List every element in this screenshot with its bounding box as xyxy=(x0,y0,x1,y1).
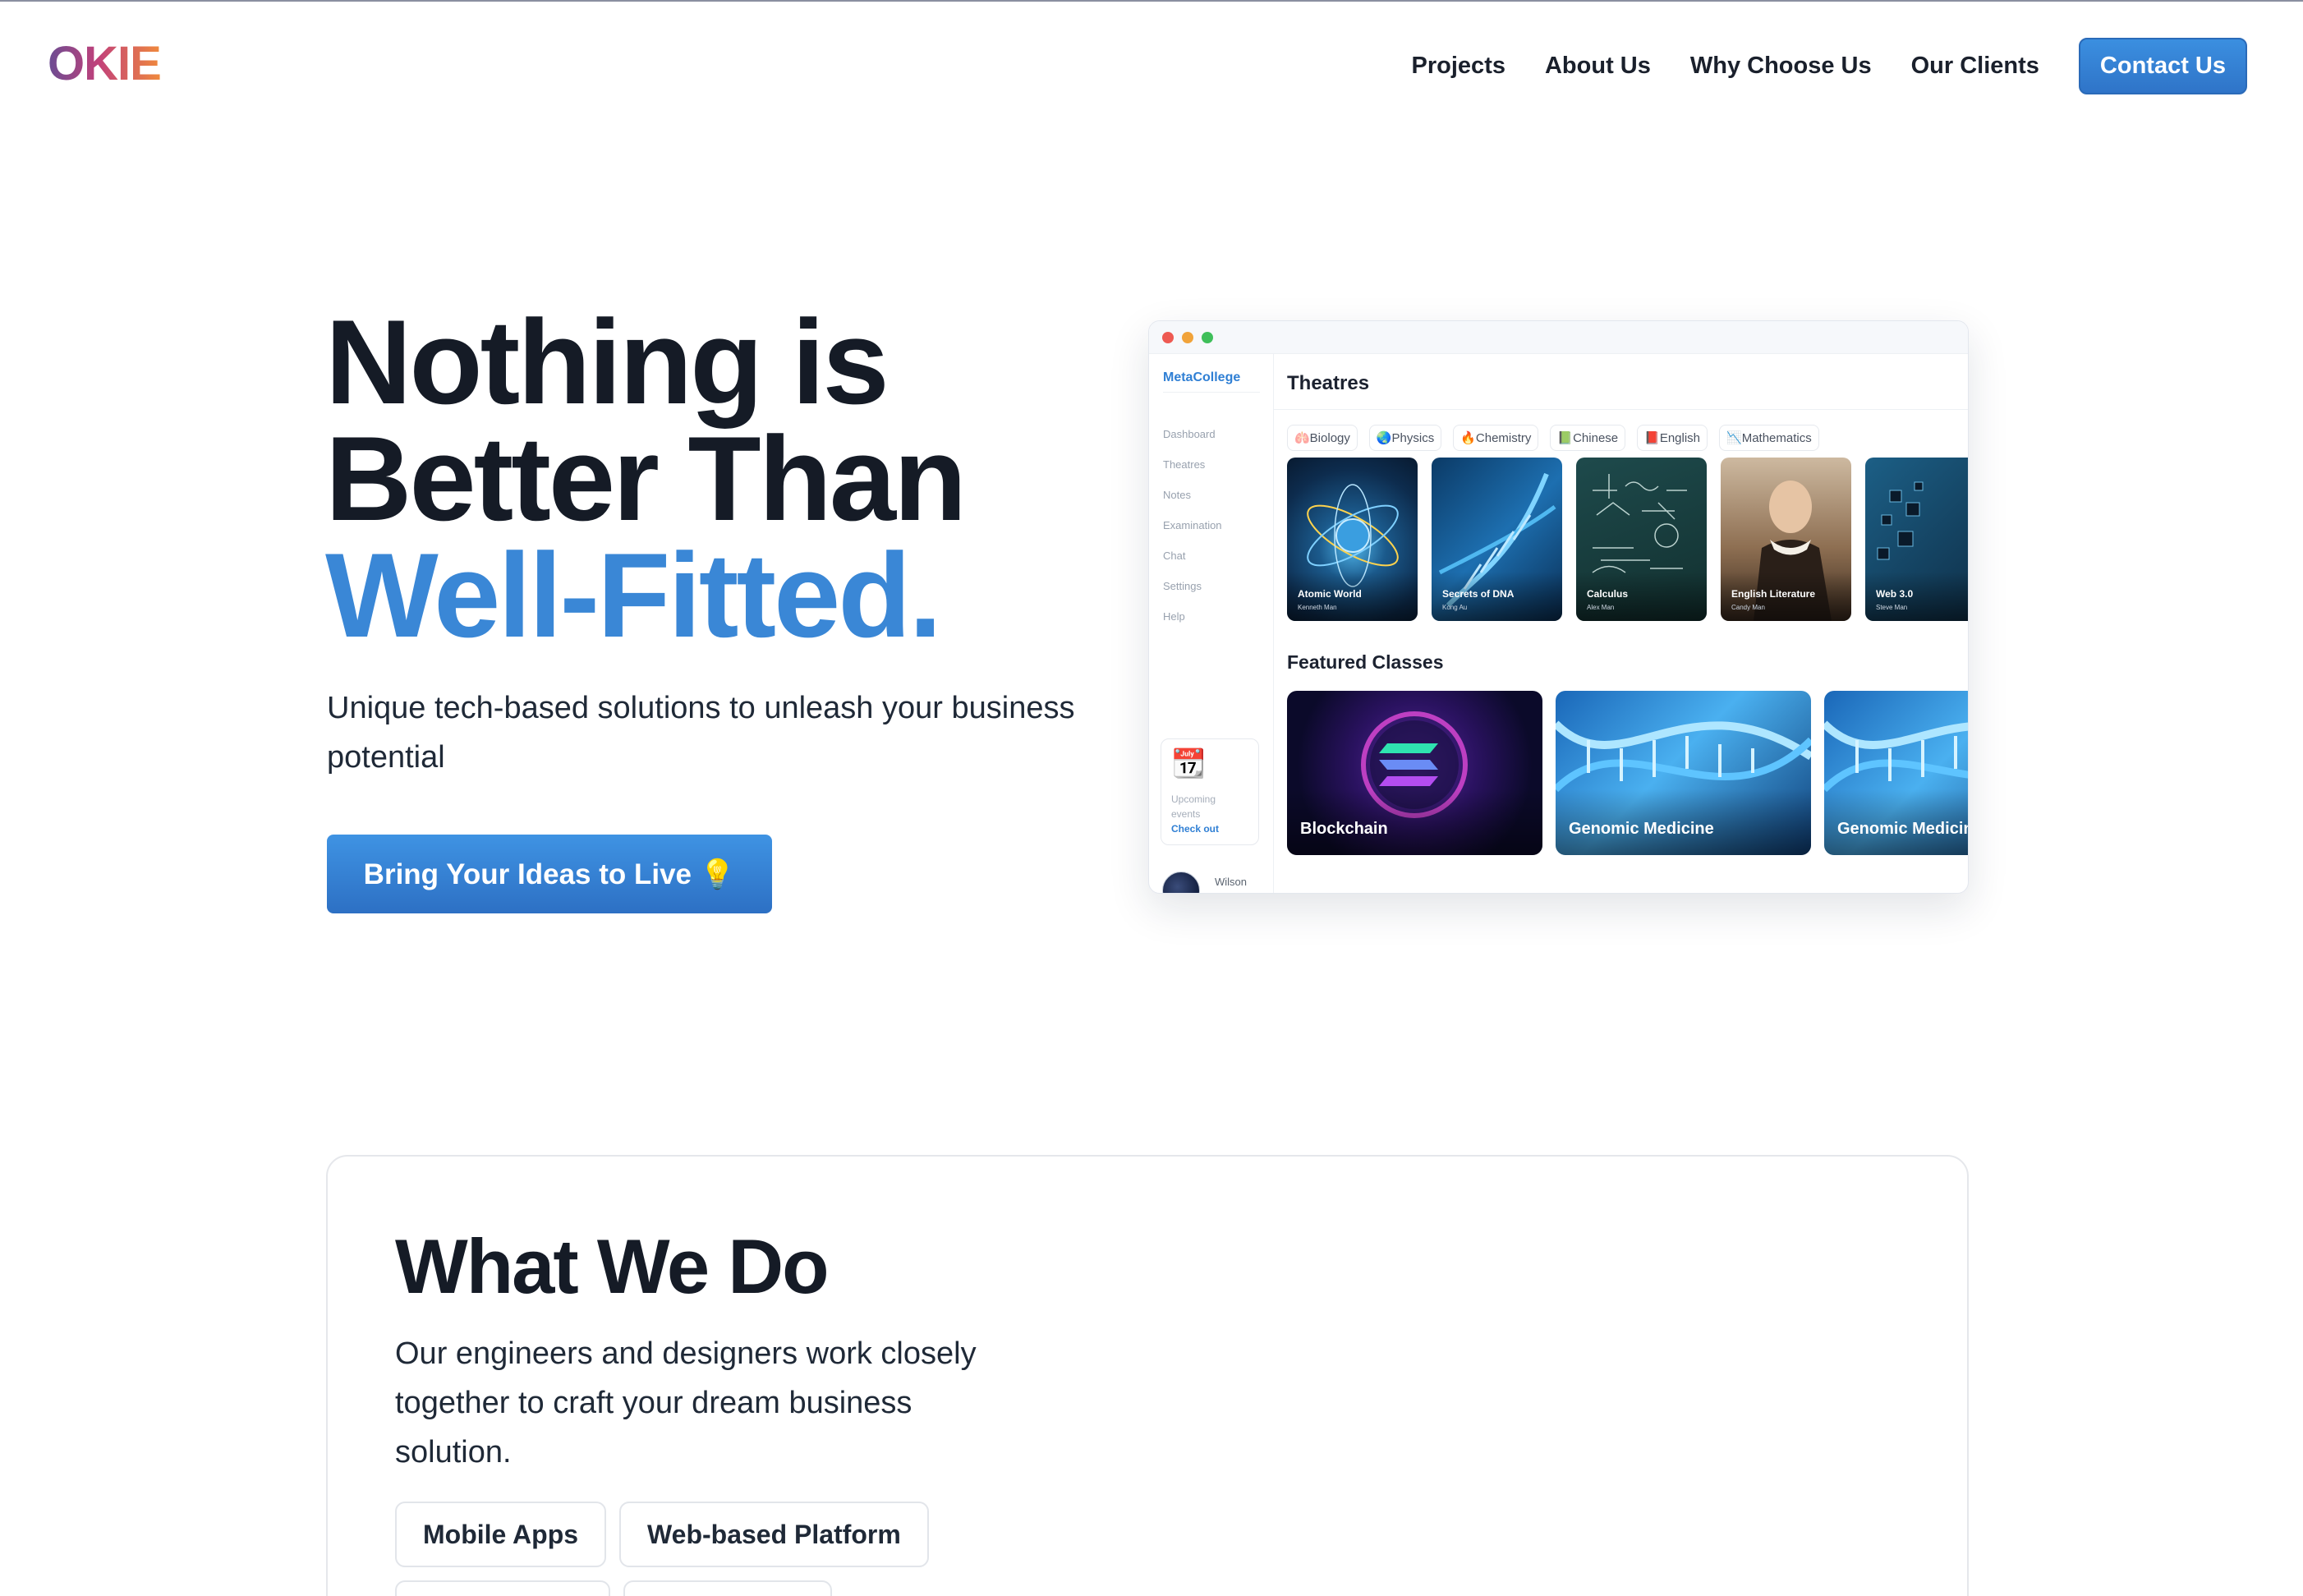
chip-physics: 🌏Physics xyxy=(1368,425,1442,451)
subject-chips: 🫁Biology 🌏Physics 🔥Chemistry 📗Chinese 📕E… xyxy=(1287,425,1831,451)
tag-web-based-platform[interactable]: Web-based Platform xyxy=(619,1502,929,1567)
card-title: Web 3.0 xyxy=(1876,588,1914,600)
nav-why-choose-us[interactable]: Why Choose Us xyxy=(1690,53,1872,80)
nav-projects[interactable]: Projects xyxy=(1412,53,1505,80)
card-teacher: Alex Man xyxy=(1587,604,1615,611)
card-atomic-world: Atomic World Kenneth Man xyxy=(1287,458,1418,621)
card-teacher: Steve Man xyxy=(1876,604,1908,611)
featured-title: Blockchain xyxy=(1300,820,1388,838)
service-tags: Mobile Apps Web-based Platform xyxy=(395,1502,1052,1596)
card-secrets-of-dna: Secrets of DNA Kong Au xyxy=(1432,458,1562,621)
hero-subtitle: Unique tech-based solutions to unleash y… xyxy=(327,691,1075,775)
featured-card-genomic-medicine-2: Genomic Medicine xyxy=(1824,691,1969,855)
main-nav: Projects About Us Why Choose Us Our Clie… xyxy=(1372,38,2247,94)
featured-card-blockchain: Blockchain xyxy=(1287,691,1542,855)
what-we-do-description: Our engineers and designers work closely… xyxy=(395,1336,977,1470)
chip-chemistry: 🔥Chemistry xyxy=(1453,425,1539,451)
service-tag[interactable] xyxy=(623,1580,832,1596)
card-english-literature: English Literature Candy Man xyxy=(1721,458,1851,621)
card-web-3: Web 3.0 Steve Man xyxy=(1865,458,1968,621)
bring-ideas-button[interactable]: Bring Your Ideas to Live 💡 xyxy=(327,835,772,913)
app-mockup-window: MetaCollege Dashboard Theatres Notes Exa… xyxy=(1148,320,1969,894)
user-role: Student xyxy=(1215,893,1252,894)
mockup-nav-theatres: Theatres xyxy=(1163,458,1206,471)
upcoming-events-label: Upcoming events xyxy=(1171,793,1216,820)
theatre-cards: Atomic World Kenneth Man Secrets of DNA … xyxy=(1287,458,1968,621)
chip-biology: 🫁Biology xyxy=(1287,425,1358,451)
divider xyxy=(1163,392,1260,393)
mockup-nav-dashboard: Dashboard xyxy=(1163,428,1216,440)
chip-chinese: 📗Chinese xyxy=(1550,425,1626,451)
upcoming-events-card: 📆 Upcoming events Check out xyxy=(1161,738,1259,845)
user-name: Wilson xyxy=(1215,876,1248,888)
card-teacher: Kenneth Man xyxy=(1298,604,1337,611)
avatar xyxy=(1162,872,1200,893)
nav-our-clients[interactable]: Our Clients xyxy=(1911,53,2039,80)
card-teacher: Kong Au xyxy=(1442,604,1468,611)
hero-line-2: Better Than xyxy=(325,412,967,545)
hero-line-3: Well-Fitted. xyxy=(325,528,942,662)
featured-classes-heading: Featured Classes xyxy=(1287,651,1444,673)
theatres-heading: Theatres xyxy=(1287,372,1370,394)
mockup-sidebar: MetaCollege Dashboard Theatres Notes Exa… xyxy=(1149,354,1274,893)
card-title: Atomic World xyxy=(1298,588,1362,600)
calendar-icon: 📆 xyxy=(1171,748,1207,780)
mockup-nav-notes: Notes xyxy=(1163,489,1191,501)
mockup-nav-examination: Examination xyxy=(1163,519,1222,531)
card-title: Secrets of DNA xyxy=(1442,588,1515,600)
card-title: English Literature xyxy=(1731,588,1816,600)
what-we-do-title: What We Do xyxy=(395,1223,830,1309)
brand-logo[interactable]: OKIE xyxy=(48,36,162,91)
mockup-nav-settings: Settings xyxy=(1163,580,1202,592)
featured-title: Genomic Medicine xyxy=(1569,820,1714,838)
mockup-main: Theatres 🫁Biology 🌏Physics 🔥Chemistry 📗C… xyxy=(1274,354,1968,893)
top-border xyxy=(0,0,2303,2)
chip-english: 📕English xyxy=(1637,425,1708,451)
what-we-do-section: What We Do Our engineers and designers w… xyxy=(326,1155,1969,1596)
maximize-dot-icon xyxy=(1202,331,1213,343)
nav-about-us[interactable]: About Us xyxy=(1545,53,1651,80)
service-tag[interactable] xyxy=(395,1580,610,1596)
featured-title: Genomic Medicine xyxy=(1837,820,1969,838)
divider xyxy=(1274,409,1968,410)
check-out-link: Check out xyxy=(1171,823,1220,835)
hero-line-1: Nothing is xyxy=(325,295,889,429)
card-title: Calculus xyxy=(1587,588,1629,600)
mockup-nav-help: Help xyxy=(1163,610,1185,623)
contact-us-button[interactable]: Contact Us xyxy=(2078,38,2247,94)
minimize-dot-icon xyxy=(1182,331,1193,343)
hero-headline: Nothing is Better Than Well-Fitted. xyxy=(325,295,967,662)
close-dot-icon xyxy=(1162,331,1174,343)
card-calculus: Calculus Alex Man xyxy=(1576,458,1707,621)
card-teacher: Candy Man xyxy=(1731,604,1765,611)
window-titlebar xyxy=(1149,321,1968,354)
tag-mobile-apps[interactable]: Mobile Apps xyxy=(395,1502,607,1567)
featured-card-genomic-medicine: Genomic Medicine xyxy=(1556,691,1811,855)
mockup-nav-chat: Chat xyxy=(1163,550,1186,562)
featured-cards: Blockchain Genomic Medicine Genomic Medi… xyxy=(1287,691,1969,855)
mockup-brand: MetaCollege xyxy=(1163,370,1241,384)
chip-mathematics: 📉Mathematics xyxy=(1719,425,1819,451)
